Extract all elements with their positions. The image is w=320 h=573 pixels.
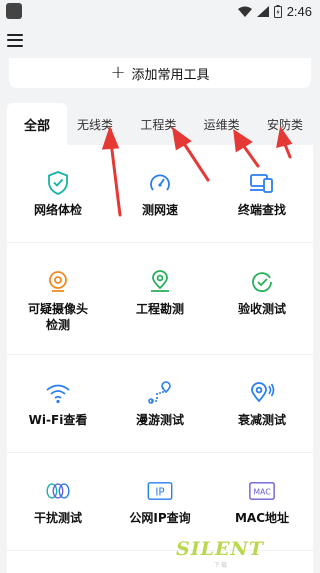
devices-icon (249, 170, 275, 196)
status-indicators: 2:46 (237, 3, 312, 19)
tools-grid: 网络体检 测网速 终端查找 可疑摄像头 检测 工程勘测 验收测试 Wi-Fi查看… (7, 145, 313, 551)
tool-acceptance-test[interactable]: 验收测试 (211, 243, 313, 355)
tool-label: 终端查找 (237, 203, 286, 217)
tool-label: 工程勘测 (135, 302, 184, 316)
interference-rings-icon (45, 478, 71, 504)
top-bar (0, 22, 320, 58)
tool-label: 公网IP查询 (129, 511, 191, 525)
tool-network-check[interactable]: 网络体检 (7, 145, 109, 243)
svg-text:IP: IP (155, 486, 164, 498)
tool-label: 测网速 (141, 203, 178, 217)
hamburger-menu-icon[interactable] (7, 33, 23, 47)
tool-mac-address[interactable]: MAC MAC地址 (211, 453, 313, 551)
mac-box-icon: MAC (249, 478, 275, 504)
tool-wifi-view[interactable]: Wi-Fi查看 (7, 355, 109, 453)
tool-speed-test[interactable]: 测网速 (109, 145, 211, 243)
tool-site-survey[interactable]: 工程勘测 (109, 243, 211, 355)
map-pin-icon (147, 269, 173, 295)
tab-security[interactable]: 安防类 (257, 103, 313, 145)
tab-wireless[interactable]: 无线类 (67, 103, 123, 145)
tool-label: MAC地址 (234, 511, 290, 525)
battery-icon (273, 4, 282, 18)
tab-engineering[interactable]: 工程类 (130, 103, 186, 145)
wifi-status-icon (237, 6, 252, 17)
signal-icon (256, 5, 269, 17)
notification-icon (6, 3, 22, 19)
status-bar: 2:46 (0, 0, 320, 22)
watermark-sub: 下载 (214, 562, 229, 569)
plus-icon: + (110, 62, 126, 83)
camera-icon (45, 269, 71, 295)
wifi-icon (45, 380, 71, 406)
tool-terminal-find[interactable]: 终端查找 (211, 145, 313, 243)
signal-pin-icon (249, 380, 275, 406)
tab-all[interactable]: 全部 (7, 103, 68, 145)
tool-label: 衰减测试 (237, 413, 286, 427)
tools-panel: 全部 无线类 工程类 运维类 安防类 网络体检 测网速 终端查找 可疑摄像头 检… (7, 103, 313, 573)
ip-box-icon: IP (147, 478, 173, 504)
watermark-logo: SILENT (176, 538, 264, 560)
tool-attenuation-test[interactable]: 衰减测试 (211, 355, 313, 453)
shield-check-icon (45, 170, 71, 196)
tool-label: 漫游测试 (135, 413, 184, 427)
tool-roaming-test[interactable]: 漫游测试 (109, 355, 211, 453)
category-tabs: 全部 无线类 工程类 运维类 安防类 (7, 103, 313, 145)
speedometer-icon (147, 170, 173, 196)
roaming-path-icon (147, 380, 173, 406)
tool-label: 可疑摄像头 检测 (27, 302, 88, 333)
check-circle-icon (249, 269, 275, 295)
add-common-tools-button[interactable]: + 添加常用工具 (9, 58, 311, 88)
tab-operations[interactable]: 运维类 (194, 103, 250, 145)
add-common-tools-label: 添加常用工具 (131, 67, 210, 83)
svg-text:MAC: MAC (253, 487, 271, 496)
tool-label: 干扰测试 (33, 511, 82, 525)
tool-label: 验收测试 (237, 302, 286, 316)
tool-label: 网络体检 (33, 203, 82, 217)
status-time: 2:46 (286, 3, 312, 19)
tool-public-ip-query[interactable]: IP 公网IP查询 (109, 453, 211, 551)
tool-interference-test[interactable]: 干扰测试 (7, 453, 109, 551)
tool-camera-detect[interactable]: 可疑摄像头 检测 (7, 243, 109, 355)
tool-label: Wi-Fi查看 (28, 413, 88, 427)
